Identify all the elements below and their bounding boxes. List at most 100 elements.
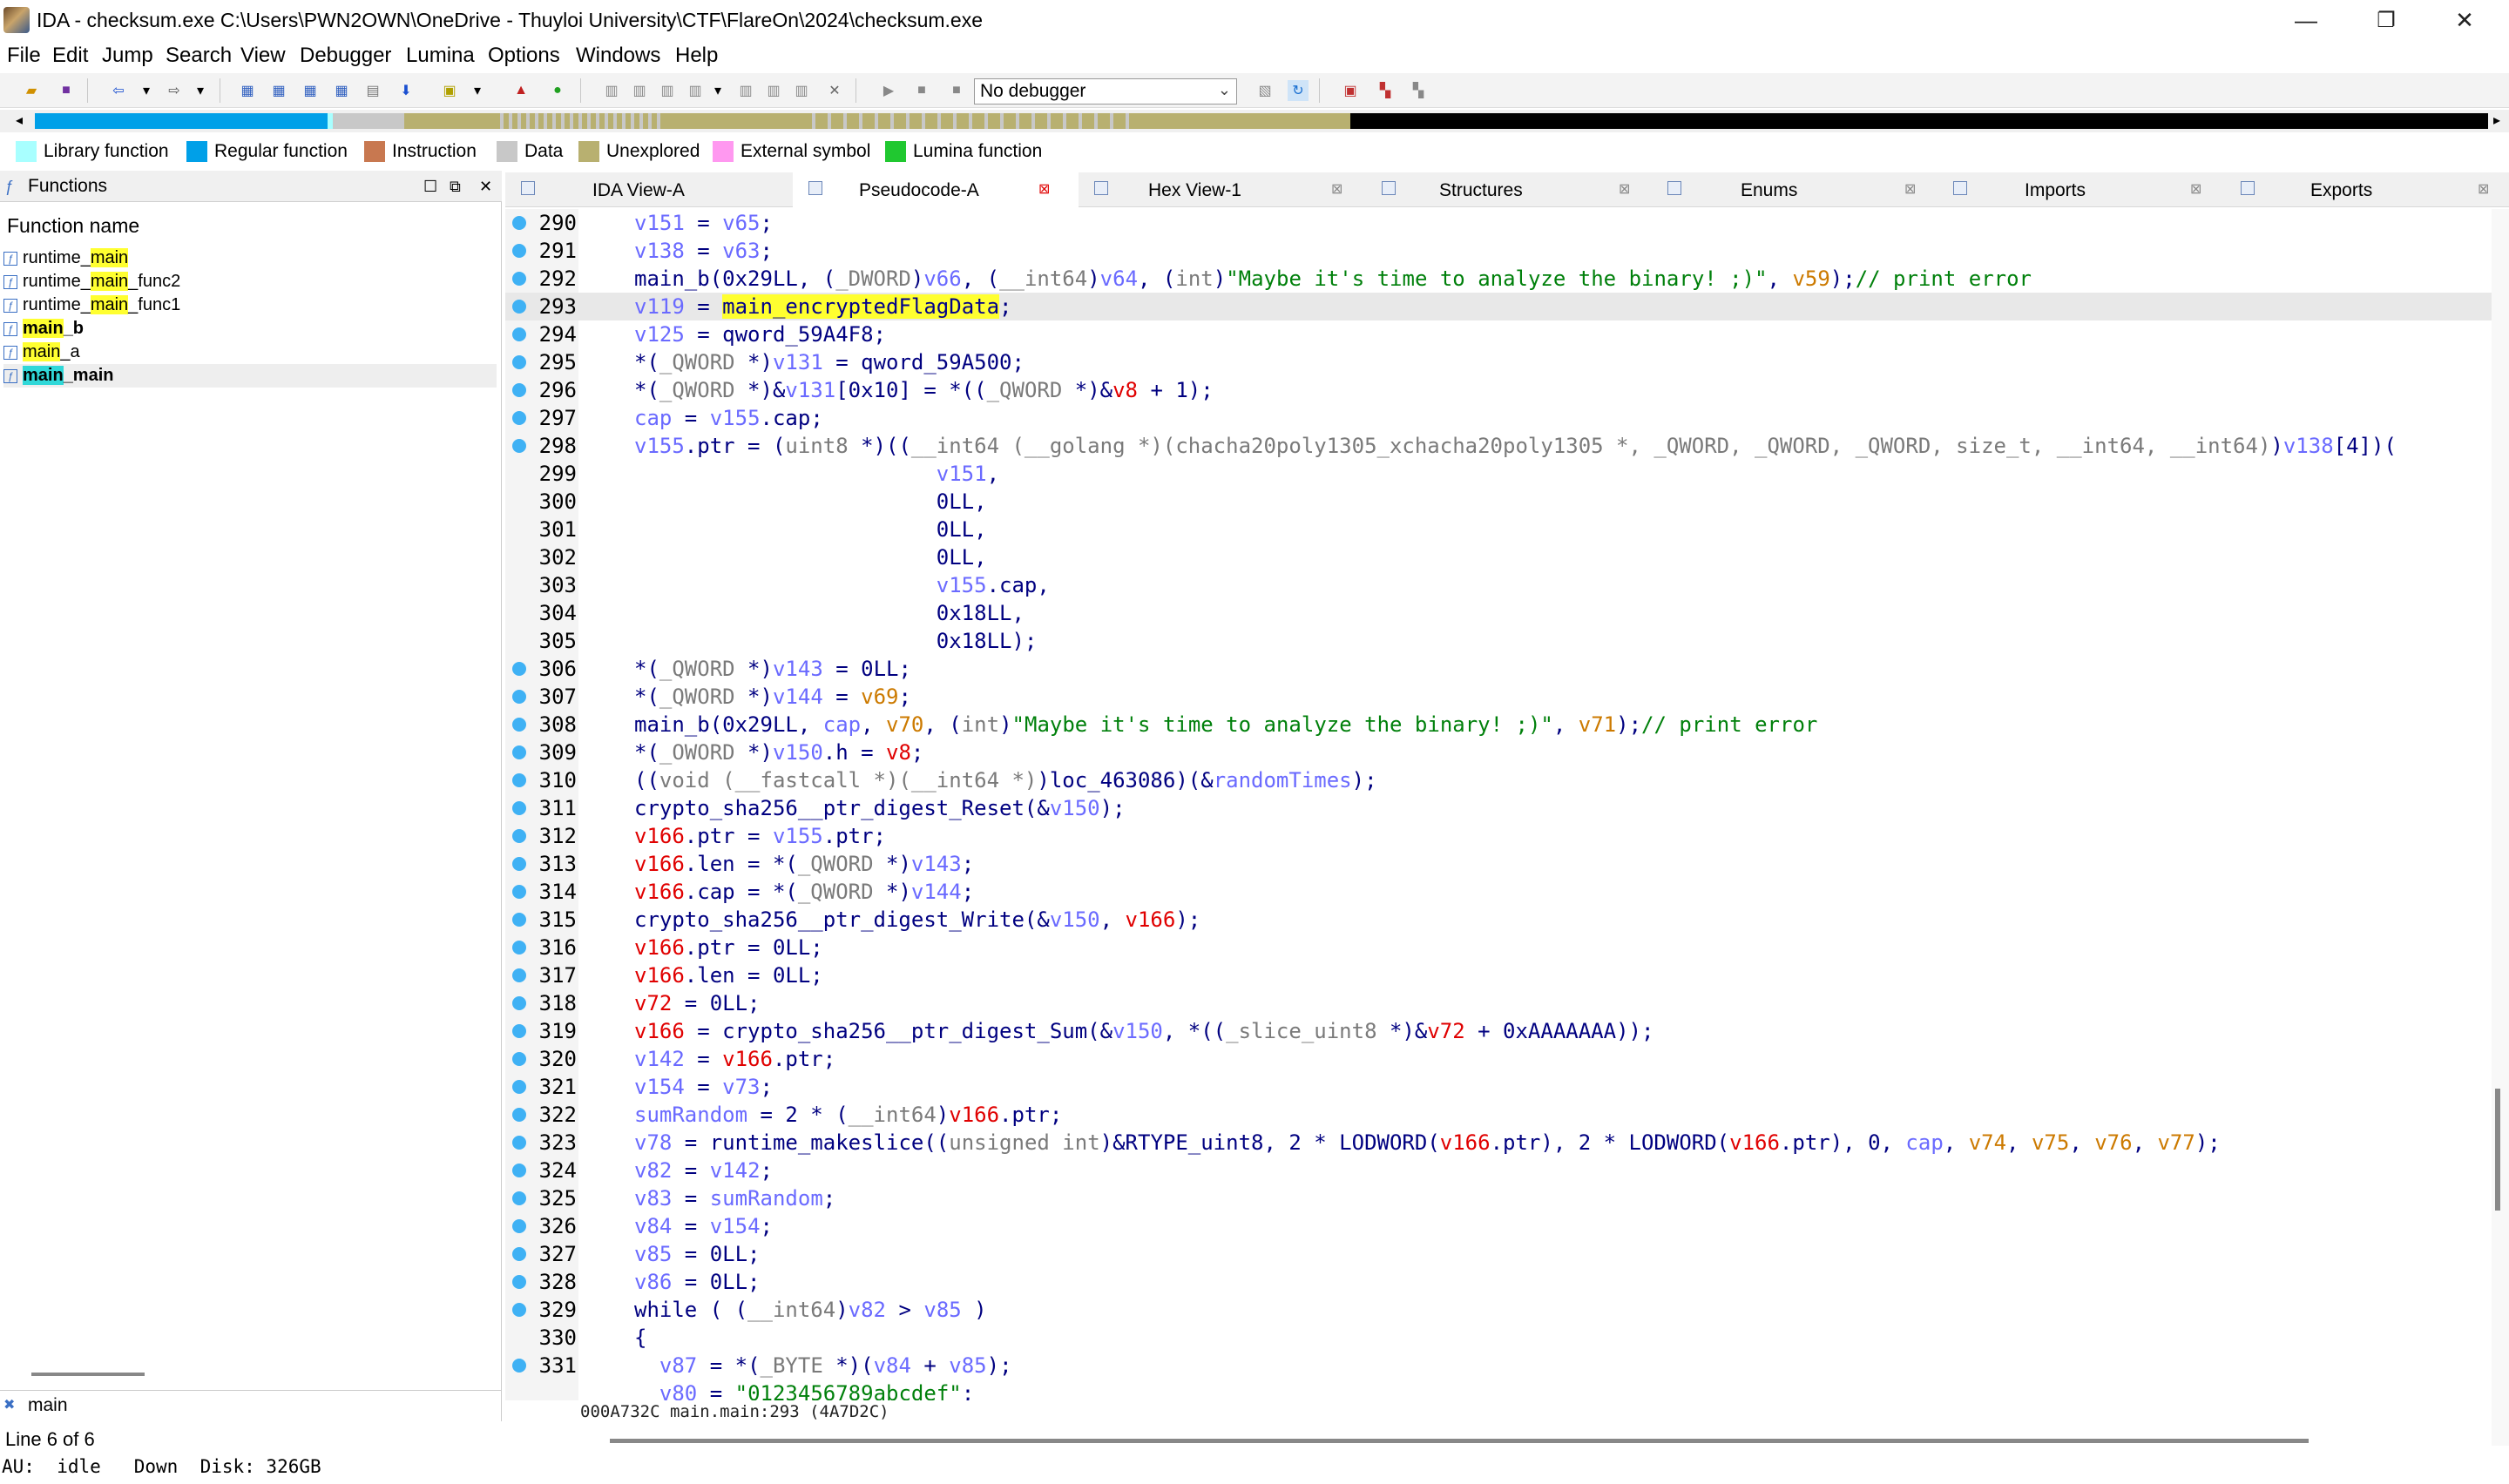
forward-dropdown-icon[interactable]: ▾ bbox=[190, 80, 211, 101]
functions-horizontal-scrollbar[interactable] bbox=[31, 1373, 145, 1376]
minimize-button[interactable]: — bbox=[2276, 3, 2337, 37]
close-tab-icon[interactable]: ⊠ bbox=[2478, 180, 2489, 198]
close-panel-icon[interactable]: ✕ bbox=[479, 178, 492, 196]
breakpoint-dot-icon[interactable] bbox=[512, 1219, 526, 1233]
code-line[interactable]: 327 v85 = 0LL; bbox=[505, 1240, 2492, 1268]
navigation-band[interactable] bbox=[35, 113, 2488, 129]
breakpoint-dot-icon[interactable] bbox=[512, 383, 526, 397]
breakpoint-dot-icon[interactable] bbox=[512, 1080, 526, 1094]
breakpoint-dot-icon[interactable] bbox=[512, 1191, 526, 1205]
code-line[interactable]: 298 v155.ptr = (uint8 *)((__int64 (__gola… bbox=[505, 432, 2492, 460]
breakpoint-dot-icon[interactable] bbox=[512, 327, 526, 341]
breakpoint-dot-icon[interactable] bbox=[512, 941, 526, 954]
breakpoint-dot-icon[interactable] bbox=[512, 996, 526, 1010]
graph-icon[interactable]: ▤ bbox=[362, 80, 383, 101]
code-line[interactable]: 319 v166 = crypto_sha256__ptr_digest_Sum(… bbox=[505, 1017, 2492, 1045]
breakpoint-dot-icon[interactable] bbox=[512, 1359, 526, 1373]
function-list-item[interactable]: ƒ runtime_main bbox=[3, 246, 497, 270]
text-icon[interactable]: ▦ bbox=[300, 80, 321, 101]
breakpoint-dot-icon[interactable] bbox=[512, 355, 526, 369]
breakpoint-dot-icon[interactable] bbox=[512, 1024, 526, 1038]
breakpoint-dot-icon[interactable] bbox=[512, 216, 526, 230]
code-line[interactable]: 317 v166.len = 0LL; bbox=[505, 961, 2492, 989]
data-icon[interactable]: ▣ bbox=[439, 80, 460, 101]
code-line[interactable]: 304 0x18LL, bbox=[505, 599, 2492, 627]
code-line[interactable]: 305 0x18LL); bbox=[505, 627, 2492, 655]
tab-pseudocode-a[interactable]: Pseudocode-A ⊠ bbox=[793, 172, 1079, 207]
run-icon[interactable]: ● bbox=[547, 80, 568, 101]
tab-exports[interactable]: Exports ⊠ bbox=[2225, 172, 2509, 207]
code-line[interactable]: 326 v84 = v154; bbox=[505, 1212, 2492, 1240]
menu-options[interactable]: Options bbox=[488, 44, 560, 68]
hex-icon[interactable]: ▦ bbox=[268, 80, 289, 101]
code-line[interactable]: 311 crypto_sha256__ptr_digest_Reset(&v150… bbox=[505, 794, 2492, 822]
breakpoint-dot-icon[interactable] bbox=[512, 745, 526, 759]
tool-icon[interactable]: ▥ bbox=[763, 80, 784, 101]
script-icon[interactable]: ▥ bbox=[685, 80, 706, 101]
back-icon[interactable]: ⇦ bbox=[108, 80, 129, 101]
code-line[interactable]: 315 crypto_sha256__ptr_digest_Write(&v150… bbox=[505, 906, 2492, 934]
debugger-select[interactable]: No debugger ⌄ bbox=[974, 78, 1237, 105]
breakpoint-dot-icon[interactable] bbox=[512, 1164, 526, 1177]
tab-structures[interactable]: Structures ⊠ bbox=[1366, 172, 1652, 207]
code-horizontal-scrollbar[interactable] bbox=[610, 1439, 2309, 1443]
scrollbar-thumb[interactable] bbox=[2495, 1089, 2500, 1211]
code-line[interactable]: 328 v86 = 0LL; bbox=[505, 1268, 2492, 1296]
attach-icon[interactable]: ▧ bbox=[1254, 80, 1275, 101]
tab-enums[interactable]: Enums ⊠ bbox=[1652, 172, 1938, 207]
sync-icon[interactable]: ↻ bbox=[1288, 80, 1309, 101]
code-line[interactable]: 291 v138 = v63; bbox=[505, 237, 2492, 265]
code-line[interactable]: 320 v142 = v166.ptr; bbox=[505, 1045, 2492, 1073]
close-tab-icon[interactable]: ⊠ bbox=[1619, 180, 1630, 198]
tool2-icon[interactable]: ▥ bbox=[791, 80, 812, 101]
breakpoint-dot-icon[interactable] bbox=[512, 662, 526, 676]
close-tab-icon[interactable]: ⊠ bbox=[1904, 180, 1916, 198]
code-line[interactable]: 300 0LL, bbox=[505, 488, 2492, 516]
tab-ida-view-a[interactable]: IDA View-A bbox=[505, 172, 793, 207]
save-icon[interactable]: ■ bbox=[56, 80, 77, 101]
code-line[interactable]: 297 cap = v155.cap; bbox=[505, 404, 2492, 432]
function-name-column-header[interactable]: Function name bbox=[7, 214, 139, 238]
cancel-icon[interactable]: ✕ bbox=[824, 80, 845, 101]
code-line[interactable]: 302 0LL, bbox=[505, 543, 2492, 571]
code-line[interactable]: v80 = "0123456789abcdef"; bbox=[505, 1379, 2492, 1400]
code-line[interactable]: 312 v166.ptr = v155.ptr; bbox=[505, 822, 2492, 850]
back-dropdown-icon[interactable]: ▾ bbox=[136, 80, 157, 101]
breakpoint-dot-icon[interactable] bbox=[512, 885, 526, 899]
code-line[interactable]: 323 v78 = runtime_makeslice((unsigned int… bbox=[505, 1129, 2492, 1157]
data-dropdown-icon[interactable]: ▾ bbox=[467, 80, 488, 101]
breakpoint-dot-icon[interactable] bbox=[512, 829, 526, 843]
close-tab-icon[interactable]: ⊠ bbox=[1038, 180, 1050, 198]
pseudocode-view[interactable]: 290 v151 = v65; 291 v138 = v63; 292 main_b(0x… bbox=[505, 209, 2492, 1400]
code-line[interactable]: 306 *(_QWORD *)v143 = 0LL; bbox=[505, 655, 2492, 683]
breakpoint-dot-icon[interactable] bbox=[512, 718, 526, 732]
code-line[interactable]: 313 v166.len = *(_QWORD *)v143; bbox=[505, 850, 2492, 878]
menu-search[interactable]: Search bbox=[166, 44, 232, 68]
close-tab-icon[interactable]: ⊠ bbox=[2190, 180, 2201, 198]
restore-button[interactable]: ❐ bbox=[2356, 3, 2417, 37]
script-dropdown-icon[interactable]: ▾ bbox=[707, 80, 728, 101]
code-line[interactable]: 324 v82 = v142; bbox=[505, 1157, 2492, 1184]
struct-icon[interactable]: ▥ bbox=[601, 80, 622, 101]
maximize-panel-icon[interactable]: ☐ bbox=[423, 178, 437, 196]
menu-lumina[interactable]: Lumina bbox=[406, 44, 475, 68]
start-debug-icon[interactable]: ▶ bbox=[878, 80, 899, 101]
breakpoint-dot-icon[interactable] bbox=[512, 1052, 526, 1066]
breakpoint-dot-icon[interactable] bbox=[512, 272, 526, 286]
code-line[interactable]: 330 { bbox=[505, 1324, 2492, 1352]
pause-icon[interactable]: ■ bbox=[911, 80, 932, 101]
nav-left-arrow-icon[interactable]: ◂ bbox=[16, 111, 23, 129]
breakpoint-dot-icon[interactable] bbox=[512, 411, 526, 425]
code-line[interactable]: 316 v166.ptr = 0LL; bbox=[505, 934, 2492, 961]
breakpoint-dot-icon[interactable] bbox=[512, 801, 526, 815]
sequence-icon[interactable]: ▦ bbox=[331, 80, 352, 101]
code-line[interactable]: 292 main_b(0x29LL, (_DWORD)v66, (__int64)… bbox=[505, 265, 2492, 293]
code-vertical-scrollbar[interactable] bbox=[2492, 209, 2509, 1446]
breakpoint-dot-icon[interactable] bbox=[512, 968, 526, 982]
code-line[interactable]: 301 0LL, bbox=[505, 516, 2492, 543]
menu-debugger[interactable]: Debugger bbox=[300, 44, 391, 68]
breakpoint-dot-icon[interactable] bbox=[512, 1303, 526, 1317]
plugin-icon[interactable]: ▥ bbox=[735, 80, 756, 101]
function-filter[interactable]: ✖ main bbox=[0, 1390, 502, 1420]
menu-jump[interactable]: Jump bbox=[102, 44, 153, 68]
